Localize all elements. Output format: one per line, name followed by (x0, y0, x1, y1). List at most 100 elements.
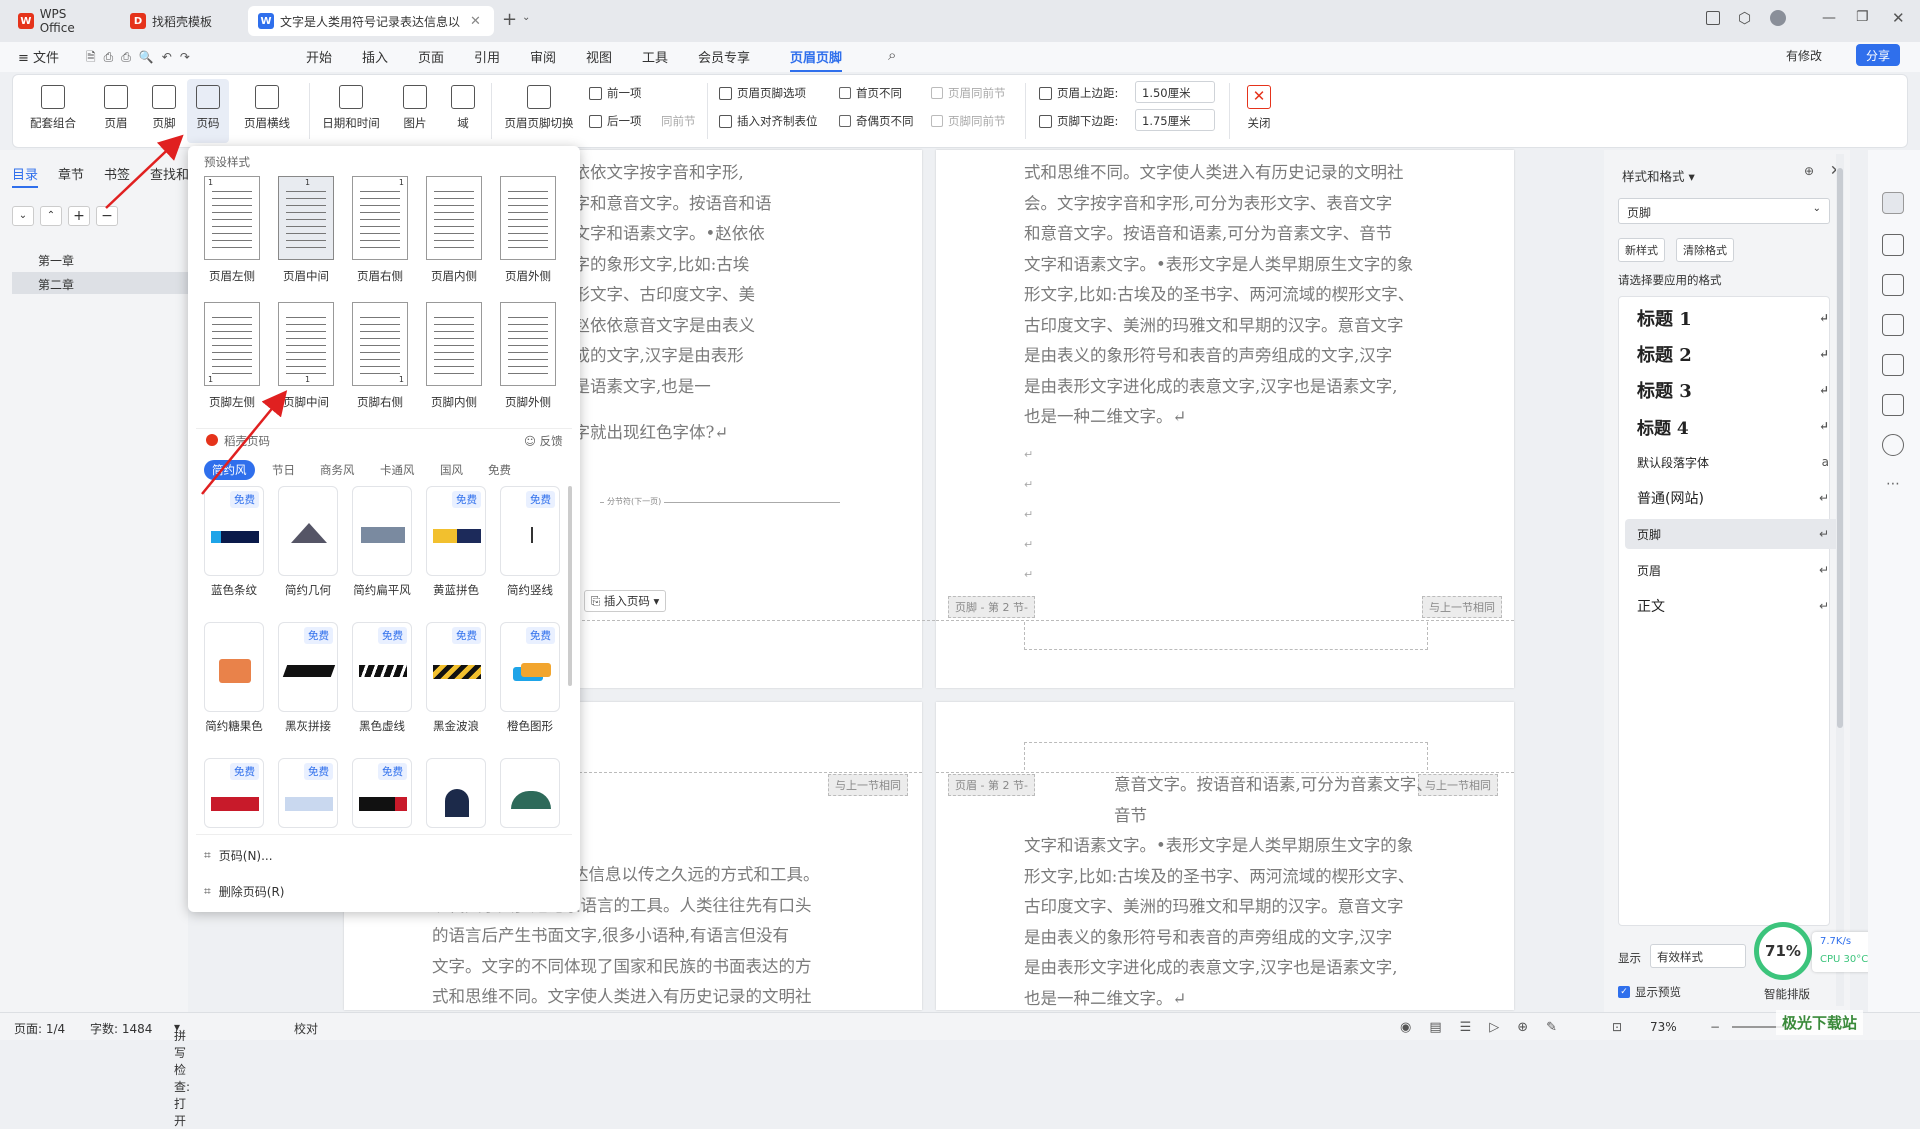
preset-header-center[interactable]: 1 (278, 176, 334, 260)
template-yellow-blue[interactable]: 免费 (426, 486, 486, 576)
close-tab-icon[interactable]: ✕ (470, 14, 481, 29)
category-chinese[interactable]: 国风 (440, 462, 463, 478)
header-button[interactable]: 页眉 (97, 85, 135, 131)
expand-icon[interactable]: ⌃ (40, 206, 62, 226)
show-select[interactable]: 有效样式 (1650, 944, 1746, 968)
view-mode-icons[interactable]: ◉▤☰▷⊕✎ (1400, 1020, 1575, 1035)
category-simple[interactable]: 简约风 (204, 460, 255, 480)
zoom-out-icon[interactable]: − (1710, 1020, 1720, 1034)
style-body[interactable]: 正文 ↵ (1625, 591, 1843, 621)
tab-find[interactable]: 查找和 (150, 164, 189, 183)
template-flat[interactable] (352, 486, 412, 576)
book-icon[interactable] (1882, 394, 1904, 416)
remove-icon[interactable]: − (96, 206, 118, 226)
switch-header-footer-button[interactable]: 页眉页脚切换 (499, 85, 579, 131)
spell-check[interactable]: 拼写检查: 打开 ▾ (174, 1020, 190, 1128)
style-footer[interactable]: 页脚 ↵ (1625, 519, 1843, 549)
category-festival[interactable]: 节日 (272, 462, 295, 478)
picture-button[interactable]: 图片 (393, 85, 437, 131)
style-heading-1[interactable]: 标题 1 ↵ (1625, 303, 1843, 333)
menu-review[interactable]: 审阅 (530, 47, 556, 66)
tab-wps-office[interactable]: W WPS Office (8, 6, 114, 36)
feedback-button[interactable]: ☺ 反馈 (524, 433, 563, 449)
pane-scrollbar[interactable] (1836, 154, 1844, 1006)
template-candy[interactable] (204, 622, 264, 712)
preset-footer-outside[interactable] (500, 302, 556, 386)
menu-header-footer[interactable]: 页眉页脚 (790, 47, 843, 72)
tools-icon[interactable] (1882, 354, 1904, 376)
new-style-button[interactable]: 新样式 (1618, 238, 1665, 262)
minimize-icon[interactable]: — (1822, 10, 1836, 26)
footer-button[interactable]: 页脚 (145, 85, 183, 131)
style-default-font[interactable]: 默认段落字体 a (1625, 447, 1843, 477)
template-red-arrow[interactable]: 免费 (204, 758, 264, 828)
tab-toc[interactable]: 目录 (12, 164, 39, 188)
menu-insert[interactable]: 插入 (362, 47, 388, 66)
template-orange-shape[interactable]: 免费 (500, 622, 560, 712)
collapse-icon[interactable]: ⌄ (12, 206, 34, 226)
insert-tab-stop-button[interactable]: 插入对齐制表位 (719, 113, 818, 129)
template-black-dash[interactable]: 免费 (352, 622, 412, 712)
dropdown-scrollbar[interactable] (568, 486, 572, 686)
tab-document[interactable]: W 文字是人类用符号记录表达信息以 ✕ (248, 6, 494, 36)
style-normal-web[interactable]: 普通(网站) ↵ (1625, 483, 1843, 513)
template-light-blue[interactable]: 免费 (278, 758, 338, 828)
share-button[interactable]: 分享 (1856, 44, 1901, 66)
menu-page[interactable]: 页面 (418, 47, 444, 66)
toc-item-selected[interactable]: 第二章 (12, 272, 188, 294)
footer-edit-box[interactable] (1024, 622, 1428, 650)
cube-icon[interactable]: ⬡ (1738, 9, 1751, 27)
previous-button[interactable]: 前一项 (589, 85, 642, 101)
preset-header-outside[interactable] (500, 176, 556, 260)
chevron-down-icon[interactable]: ⌄ (522, 12, 530, 23)
template-lighthouse[interactable] (426, 758, 486, 828)
styles-title[interactable]: 样式和格式 ▾ (1622, 166, 1695, 185)
preset-header-right[interactable]: 1 (352, 176, 408, 260)
layout-icon[interactable] (1706, 11, 1720, 25)
show-preview-checkbox[interactable]: ✓ 显示预览 (1618, 984, 1681, 1000)
preset-header-inside[interactable] (426, 176, 482, 260)
new-tab-icon[interactable]: + (502, 9, 517, 30)
search-icon[interactable]: ⌕ (888, 46, 896, 64)
template-black-gray[interactable]: 免费 (278, 622, 338, 712)
page-number-button[interactable]: 页码 (187, 79, 229, 143)
template-sunset[interactable] (500, 758, 560, 828)
menu-start[interactable]: 开始 (306, 47, 332, 66)
current-style-select[interactable]: 页脚 ⌄ (1618, 198, 1830, 224)
tab-bookmark[interactable]: 书签 (104, 164, 130, 183)
delete-page-number-item[interactable]: ⌗ 删除页码(R) (204, 878, 564, 904)
scroll-thumb[interactable] (1837, 168, 1843, 728)
close-window-icon[interactable]: ✕ (1892, 9, 1905, 27)
preset-footer-inside[interactable] (426, 302, 482, 386)
menu-file[interactable]: ≡ 文件 (18, 47, 59, 66)
preset-footer-center[interactable]: 1 (278, 302, 334, 386)
more-icon[interactable]: ⋯ (1886, 476, 1900, 492)
checkbox[interactable] (839, 87, 851, 99)
field-button[interactable]: 域 (445, 85, 481, 131)
footer-same-as-previous-checkbox[interactable]: 页脚同前节 (931, 113, 1006, 129)
combo-button[interactable]: 配套组合 (25, 85, 81, 131)
page-4[interactable]: 页眉 - 第 2 节- 与上一节相同 意音文字。按语音和语素,可分为音素文字、音… (936, 702, 1514, 1010)
restore-icon[interactable]: ❐ (1856, 9, 1869, 25)
zoom-level[interactable]: 73% (1650, 1020, 1677, 1034)
smart-layout-button[interactable]: 智能排版 (1764, 986, 1810, 1002)
template-black-red[interactable]: 免费 (352, 758, 412, 828)
same-as-previous-button[interactable]: 同前节 (661, 113, 696, 129)
pin-icon[interactable]: ⊕ (1804, 164, 1814, 178)
style-header[interactable]: 页眉 ↵ (1625, 555, 1843, 585)
avatar[interactable] (1770, 10, 1786, 26)
header-line-button[interactable]: 页眉横线 (235, 85, 299, 131)
style-heading-3[interactable]: 标题 3 ↵ (1625, 375, 1843, 405)
edit-icon[interactable] (1882, 192, 1904, 214)
header-footer-options-button[interactable]: 页眉页脚选项 (719, 85, 806, 101)
date-time-button[interactable]: 日期和时间 (319, 85, 383, 131)
image-tool-icon[interactable] (1882, 314, 1904, 336)
clear-format-button[interactable]: 清除格式 (1676, 238, 1734, 262)
close-header-footer-button[interactable]: ✕ 关闭 (1239, 85, 1279, 131)
word-count[interactable]: 字数: 1484 (90, 1020, 152, 1037)
checkbox[interactable] (839, 115, 851, 127)
tab-template[interactable]: D 找稻壳模板 (120, 6, 244, 36)
page-indicator[interactable]: 页面: 1/4 (14, 1020, 65, 1037)
menu-member[interactable]: 会员专享 (698, 47, 750, 66)
menu-tools[interactable]: 工具 (642, 47, 668, 66)
